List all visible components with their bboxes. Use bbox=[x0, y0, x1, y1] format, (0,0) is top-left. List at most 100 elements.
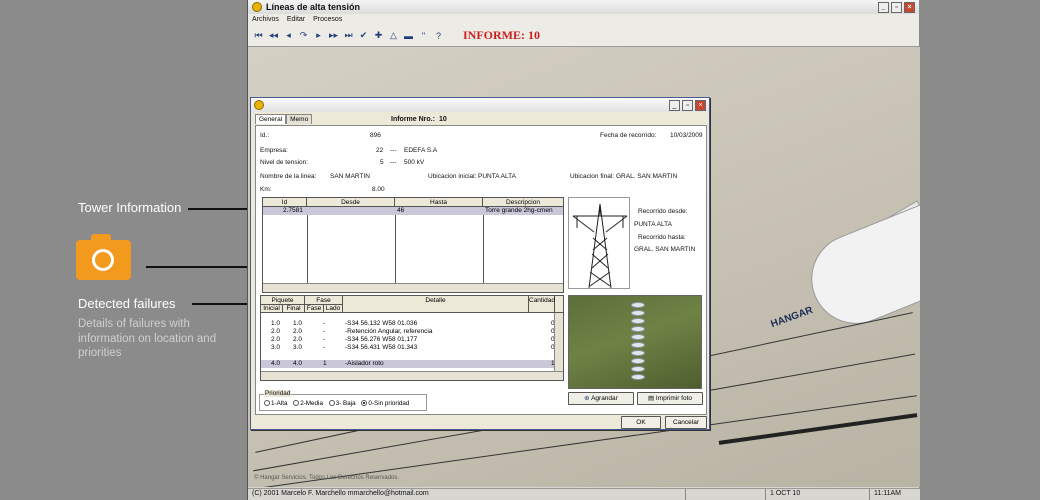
nivel-value: 500 kV bbox=[404, 159, 425, 166]
failure-inicial: 3.0 bbox=[271, 344, 281, 351]
minus-icon[interactable]: ▬ bbox=[404, 31, 413, 41]
refresh-icon[interactable]: ↷ bbox=[299, 30, 308, 41]
tab-memo[interactable]: Memo bbox=[286, 114, 313, 124]
failure-fase: - bbox=[323, 320, 326, 327]
camera-icon bbox=[76, 234, 131, 280]
failures-grid[interactable]: Piquete Fase Inicial Final Fase Lado Det… bbox=[260, 295, 564, 381]
failure-detalle: -Aislador roto bbox=[345, 360, 384, 367]
prioridad-alta-radio[interactable]: 1-Alta bbox=[264, 400, 287, 407]
insulator-disc bbox=[631, 350, 645, 356]
rewind-icon[interactable]: ◂◂ bbox=[269, 30, 278, 41]
failures-col-cantidad[interactable]: Cantidad bbox=[529, 296, 555, 313]
dialog-minimize-icon[interactable]: _ bbox=[669, 99, 680, 111]
app-logo-icon bbox=[252, 2, 262, 12]
menu-editar[interactable]: Editar bbox=[287, 16, 305, 23]
failure-inicial: 2.0 bbox=[271, 336, 281, 343]
help-icon[interactable]: ? bbox=[434, 31, 443, 41]
failure-final: 3.0 bbox=[293, 344, 303, 351]
recorrido-desde-label: Recorrido desde: bbox=[638, 208, 688, 215]
app-titlebar: Líneas de alta tensión _ ▫ × bbox=[248, 0, 919, 14]
failure-inicial: 2.0 bbox=[271, 328, 281, 335]
failure-row[interactable]: 2.0 2.0 - -S34 56.276 W58 01.177 0 bbox=[261, 336, 555, 344]
dialog-maximize-icon[interactable]: ▫ bbox=[682, 99, 693, 111]
failure-inicial: 4.0 bbox=[271, 360, 281, 367]
tab-general[interactable]: General bbox=[255, 114, 287, 124]
insulator-disc bbox=[631, 326, 645, 332]
failure-fase: - bbox=[323, 344, 326, 351]
statusbar: (C) 2001 Marcelo F. Marchello mmarchello… bbox=[248, 488, 920, 500]
desktop-brand: HANGAR bbox=[769, 304, 815, 331]
tower-cell-hasta: 46 bbox=[397, 207, 405, 214]
empresa-code: 22 bbox=[376, 147, 384, 154]
copyright-text: © Hangar Servicios. Todos Los Derechos R… bbox=[254, 475, 400, 481]
insulator-disc bbox=[631, 358, 645, 364]
tower-col-desde[interactable]: Desde bbox=[307, 198, 395, 207]
prioridad-label: Prioridad bbox=[264, 390, 292, 397]
quote-icon[interactable]: " bbox=[419, 31, 428, 41]
agrandar-button[interactable]: ⊕ Agrandar bbox=[568, 392, 634, 405]
failure-row[interactable]: 2.0 2.0 - -Retención Angular, referencia… bbox=[261, 328, 555, 336]
prioridad-sin-radio[interactable]: 0-Sin prioridad bbox=[361, 400, 409, 407]
failure-row[interactable]: 3.0 3.0 - -S34 56.431 W58 01.343 0 bbox=[261, 344, 555, 352]
failure-fase: - bbox=[323, 328, 326, 335]
close-icon[interactable]: × bbox=[904, 1, 915, 13]
failure-detalle: -S34 56.132 W58 01.036 bbox=[345, 320, 418, 327]
tower-col-descripcion[interactable]: Descripcion bbox=[483, 198, 563, 207]
fecha-label: Fecha de recorrido: bbox=[600, 132, 657, 139]
tower-grid[interactable]: Id Desde Hasta Descripcion 2.7581 46 Tor… bbox=[262, 197, 564, 293]
prev-icon[interactable]: ◂ bbox=[284, 30, 293, 41]
ubic-fin-label: Ubicacion final: bbox=[570, 173, 615, 180]
failure-detalle: -Retención Angular, referencia bbox=[345, 328, 433, 335]
recorrido-desde-value: PUNTA ALTA bbox=[634, 221, 672, 228]
ok-button[interactable]: OK bbox=[621, 416, 661, 429]
status-copyright: (C) 2001 Marcelo F. Marchello mmarchello… bbox=[248, 489, 686, 500]
last-record-icon[interactable]: ⏭ bbox=[344, 30, 353, 41]
failures-col-final[interactable]: Final bbox=[283, 304, 305, 313]
failures-grid-hscroll[interactable] bbox=[261, 371, 563, 380]
minimize-icon[interactable]: _ bbox=[878, 1, 889, 13]
general-panel: Id.: 896 Fecha de recorrido: 10/03/2009 … bbox=[255, 125, 707, 415]
failures-grid-vscroll[interactable] bbox=[554, 313, 563, 371]
failure-detalle: -S34 56.276 W58 01.177 bbox=[345, 336, 418, 343]
failure-row[interactable]: 1.0 1.0 - -S34 56.132 W58 01.036 0 bbox=[261, 320, 555, 328]
linea-value: SAN MARTIN bbox=[330, 173, 370, 180]
desktop-background: HANGAR © Hangar Servicios. Todos Los Der… bbox=[248, 47, 920, 487]
tower-cell-desde bbox=[309, 207, 393, 215]
informe-dialog: _ ▫ × General Memo Informe Nro.: 10 Id.:… bbox=[250, 97, 710, 430]
failure-row-selected[interactable]: 4.0 4.0 1 -Aislador roto 1 bbox=[261, 360, 555, 368]
maximize-icon[interactable]: ▫ bbox=[891, 1, 902, 13]
failure-inicial: 1.0 bbox=[271, 320, 281, 327]
agrandar-label: Agrandar bbox=[591, 395, 618, 402]
prioridad-baja-radio[interactable]: 3- Baja bbox=[328, 400, 356, 407]
tower-grid-col-divider bbox=[395, 207, 396, 283]
failure-detalle: -S34 56.431 W58 01.343 bbox=[345, 344, 418, 351]
triangle-up-icon[interactable]: △ bbox=[389, 30, 398, 41]
failures-col-detalle[interactable]: Detalle bbox=[343, 296, 529, 313]
insulator-disc bbox=[631, 302, 645, 308]
check-icon[interactable]: ✔ bbox=[359, 30, 368, 41]
insulator-disc bbox=[631, 334, 645, 340]
tower-col-hasta[interactable]: Hasta bbox=[395, 198, 483, 207]
tower-col-id[interactable]: Id bbox=[263, 198, 307, 207]
status-time: 11:11AM bbox=[874, 490, 901, 497]
printer-icon: ▤ bbox=[647, 395, 656, 402]
failures-col-inicial[interactable]: Inicial bbox=[261, 304, 283, 313]
next-icon[interactable]: ▸ bbox=[314, 30, 323, 41]
cancelar-button[interactable]: Cancelar bbox=[665, 416, 707, 429]
first-record-icon[interactable]: ⏮ bbox=[254, 30, 263, 41]
tower-grid-hscroll[interactable] bbox=[263, 283, 563, 292]
tower-row[interactable]: 2.7581 46 Torre grande 2hg-cmen bbox=[263, 207, 563, 215]
prioridad-media-radio[interactable]: 2-Media bbox=[293, 400, 323, 407]
ubic-ini-value: PUNTA ALTA bbox=[478, 173, 516, 180]
dialog-close-icon[interactable]: × bbox=[695, 99, 706, 111]
failures-col-fase[interactable]: Fase bbox=[305, 304, 324, 313]
forward-icon[interactable]: ▸▸ bbox=[329, 30, 338, 41]
tower-cell-descripcion: Torre grande 2hg-cmen bbox=[485, 207, 553, 214]
add-icon[interactable]: ✚ bbox=[374, 30, 383, 41]
toolbar: ⏮ ◂◂ ◂ ↷ ▸ ▸▸ ⏭ ✔ ✚ △ ▬ " ? INFORME: 10 bbox=[248, 25, 919, 47]
imprimir-foto-button[interactable]: ▤ Imprimir foto bbox=[637, 392, 703, 405]
failures-col-lado[interactable]: Lado bbox=[324, 304, 343, 313]
menu-archivos[interactable]: Archivos bbox=[252, 16, 279, 23]
failure-photo bbox=[568, 295, 702, 389]
menu-procesos[interactable]: Procesos bbox=[313, 16, 342, 23]
